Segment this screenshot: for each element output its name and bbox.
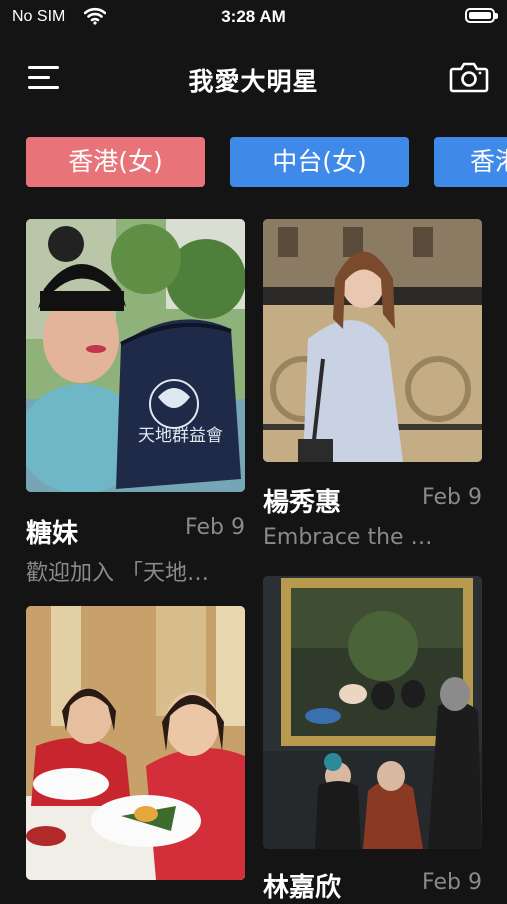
category-tabs: 香港(女) 中台(女) 香港 bbox=[26, 137, 507, 189]
post-description: 歡迎加入 「天地… bbox=[26, 561, 209, 586]
clock: 3:28 AM bbox=[221, 7, 286, 26]
tab-hk[interactable]: 香港 bbox=[434, 137, 507, 187]
tab-cn-tw-female[interactable]: 中台(女) bbox=[230, 137, 409, 187]
tab-hk-label: 香港 bbox=[470, 147, 507, 176]
post-photo: 天地群益會 bbox=[26, 219, 245, 492]
page-title: 我愛大明星 bbox=[188, 67, 319, 96]
photo-two-women-dining bbox=[26, 606, 245, 880]
post-photo bbox=[263, 576, 482, 849]
post-card[interactable]: 天地群益會 糖妹 Feb 9 歡迎加入 「天地… bbox=[26, 219, 245, 589]
post-date: Feb 9 bbox=[422, 485, 482, 510]
post-photo bbox=[263, 219, 482, 462]
post-date: Feb 9 bbox=[422, 870, 482, 895]
post-author: 楊秀惠 bbox=[263, 488, 342, 518]
nav-bar: 我愛大明星 bbox=[0, 52, 507, 104]
post-card[interactable] bbox=[26, 606, 245, 900]
post-author: 林嘉欣 bbox=[263, 873, 342, 903]
post-author: 糖妹 bbox=[26, 519, 79, 549]
camera-icon[interactable] bbox=[449, 58, 489, 96]
post-description: Embrace the … bbox=[263, 525, 433, 550]
status-bar: No SIM 3:28 AM bbox=[0, 0, 507, 34]
photo-museum-painting bbox=[263, 576, 482, 849]
post-photo bbox=[26, 606, 245, 880]
bag-lettering: 天地群益會 bbox=[138, 426, 223, 446]
battery-icon bbox=[465, 8, 498, 23]
photo-woman-at-railing bbox=[263, 219, 482, 462]
post-card[interactable]: 楊秀惠 Feb 9 Embrace the … bbox=[263, 219, 482, 559]
tab-hk-female[interactable]: 香港(女) bbox=[26, 137, 205, 187]
photo-woman-with-bag: 天地群益會 bbox=[26, 219, 245, 492]
post-card[interactable]: 林嘉欣 Feb 9 bbox=[263, 576, 482, 903]
post-date: Feb 9 bbox=[185, 515, 245, 540]
